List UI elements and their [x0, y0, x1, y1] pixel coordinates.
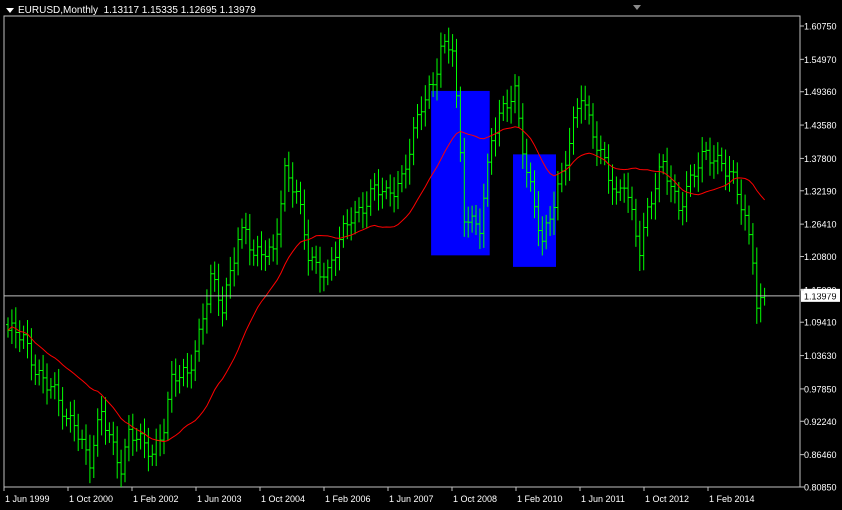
- x-tick-label: 1 Oct 2004: [261, 494, 305, 504]
- x-tick-label: 1 Jun 1999: [5, 494, 50, 504]
- y-tick-label: 1.09410: [804, 318, 837, 328]
- x-tick-label: 1 Oct 2012: [645, 494, 689, 504]
- x-tick-label: 1 Feb 2010: [517, 494, 563, 504]
- y-tick-label: 1.03630: [804, 351, 837, 361]
- x-tick-label: 1 Feb 2002: [133, 494, 179, 504]
- x-tick-label: 1 Oct 2000: [69, 494, 113, 504]
- y-tick-label: 0.92240: [804, 417, 837, 427]
- y-tick-label: 0.86460: [804, 450, 837, 460]
- y-tick-label: 1.26410: [804, 220, 837, 230]
- y-tick-label: 1.37800: [804, 154, 837, 164]
- y-tick-label: 1.54970: [804, 55, 837, 65]
- price-chart: 1.139791.607501.549701.493601.435801.378…: [3, 5, 840, 504]
- y-tick-label: 1.15020: [804, 285, 837, 295]
- x-tick-label: 1 Jun 2003: [197, 494, 242, 504]
- shift-marker-icon: [633, 5, 641, 10]
- x-tick-label: 1 Jun 2011: [581, 494, 625, 504]
- x-tick-label: 1 Jun 2007: [389, 494, 434, 504]
- chart: EURUSD,Monthly 1.13117 1.15335 1.12695 1…: [0, 0, 842, 510]
- y-tick-label: 0.97850: [804, 384, 837, 394]
- y-tick-label: 1.20800: [804, 252, 837, 262]
- x-tick-label: 1 Feb 2014: [709, 494, 755, 504]
- y-tick-label: 1.49360: [804, 87, 837, 97]
- y-tick-label: 1.60750: [804, 22, 837, 32]
- x-tick-label: 1 Feb 2006: [325, 494, 371, 504]
- y-tick-label: 1.43580: [804, 121, 837, 131]
- x-tick-label: 1 Oct 2008: [453, 494, 497, 504]
- moving-average-line: [7, 126, 765, 443]
- y-tick-label: 0.80850: [804, 483, 837, 493]
- y-tick-label: 1.32190: [804, 186, 837, 196]
- plot-frame: [3, 15, 801, 488]
